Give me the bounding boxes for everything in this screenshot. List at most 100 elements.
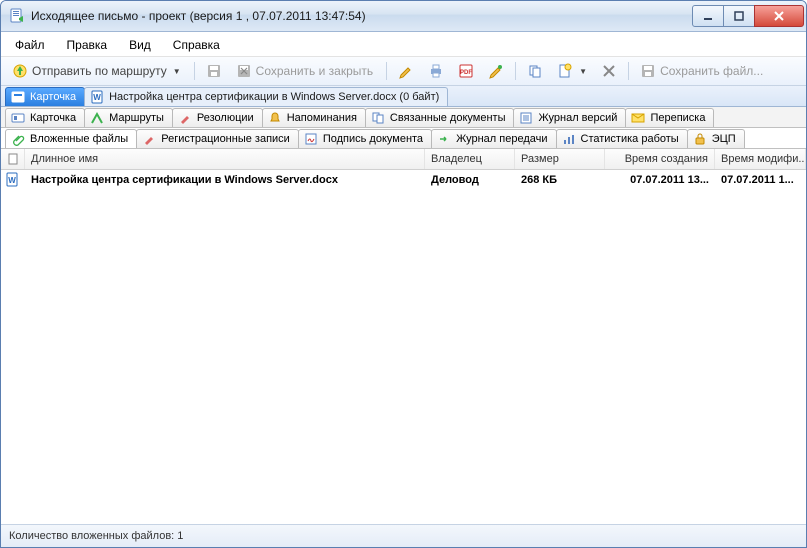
sign-icon	[488, 63, 504, 79]
save-icon	[206, 63, 222, 79]
tab-routes[interactable]: Маршруты	[84, 108, 173, 127]
tab-signature-label: Подпись документа	[323, 133, 423, 145]
toolbar: Отправить по маршруту ▼ Сохранить и закр…	[1, 57, 806, 86]
tab-attachments-label: Вложенные файлы	[30, 133, 128, 145]
status-attachment-count: Количество вложенных файлов: 1	[9, 530, 183, 542]
maximize-button[interactable]	[723, 5, 755, 27]
table-row[interactable]: W Настройка центра сертификации в Window…	[1, 170, 806, 190]
stats-icon	[561, 131, 577, 147]
tab-attachments[interactable]: Вложенные файлы	[5, 129, 137, 148]
save-file-button[interactable]: Сохранить файл...	[635, 59, 770, 83]
tab-stats-label: Статистика работы	[581, 133, 679, 145]
delete-icon	[601, 63, 617, 79]
menubar: Файл Правка Вид Справка	[1, 32, 806, 57]
app-icon	[9, 8, 25, 24]
signature-icon	[303, 131, 319, 147]
save-file-label: Сохранить файл...	[660, 64, 763, 78]
chevron-down-icon: ▼	[173, 67, 181, 76]
top-tabs: Карточка W Настройка центра сертификации…	[1, 86, 806, 107]
top-tab-card-label: Карточка	[30, 91, 76, 103]
new-button[interactable]: ▼	[552, 59, 592, 83]
card-icon	[10, 89, 26, 105]
pen-icon	[141, 131, 157, 147]
tab-correspondence[interactable]: Переписка	[625, 108, 714, 127]
copy-icon	[527, 63, 543, 79]
menu-edit[interactable]: Правка	[57, 36, 118, 54]
svg-text:PDF: PDF	[460, 70, 472, 76]
menu-view[interactable]: Вид	[119, 36, 161, 54]
file-ctime: 07.07.2011 13...	[630, 174, 709, 186]
col-owner[interactable]: Владелец	[425, 149, 515, 169]
window-title: Исходящее письмо - проект (версия 1 , 07…	[31, 9, 693, 23]
tab-signature[interactable]: Подпись документа	[298, 129, 432, 148]
printer-icon	[428, 63, 444, 79]
statusbar: Количество вложенных файлов: 1	[1, 524, 806, 547]
tab-reg-label: Регистрационные записи	[161, 133, 290, 145]
copy-button[interactable]	[522, 59, 548, 83]
file-size: 268 КБ	[521, 174, 557, 186]
tab-versions-label: Журнал версий	[538, 112, 617, 124]
col-mtime[interactable]: Время модифи...	[715, 149, 806, 169]
col-name[interactable]: Длинное имя	[25, 149, 425, 169]
tab-resolutions-label: Резолюции	[197, 112, 254, 124]
tab-reminders[interactable]: Напоминания	[262, 108, 366, 127]
minimize-button[interactable]	[692, 5, 724, 27]
tab-routes-label: Маршруты	[109, 112, 164, 124]
toolbar-separator	[386, 62, 387, 80]
save-and-close-button[interactable]: Сохранить и закрыть	[231, 59, 380, 83]
send-route-icon	[12, 63, 28, 79]
svg-text:W: W	[8, 176, 16, 185]
tab-transfer[interactable]: Журнал передачи	[431, 129, 556, 148]
toolbar-separator	[628, 62, 629, 80]
link-icon	[370, 110, 386, 126]
bell-icon	[267, 110, 283, 126]
send-route-button[interactable]: Отправить по маршруту ▼	[7, 59, 188, 83]
col-ctime[interactable]: Время создания	[605, 149, 715, 169]
tab-related[interactable]: Связанные документы	[365, 108, 515, 127]
menu-help[interactable]: Справка	[163, 36, 230, 54]
file-list-header: Длинное имя Владелец Размер Время создан…	[1, 149, 806, 170]
tabs-row-1: Карточка Маршруты Резолюции Напоминания …	[1, 107, 806, 128]
print-button[interactable]	[423, 59, 449, 83]
save-close-icon	[236, 63, 252, 79]
close-button[interactable]	[754, 5, 804, 27]
card-icon	[10, 110, 26, 126]
save-file-icon	[640, 63, 656, 79]
window-controls	[693, 5, 804, 27]
sign-button[interactable]	[483, 59, 509, 83]
delete-button[interactable]	[596, 59, 622, 83]
window-frame: Исходящее письмо - проект (версия 1 , 07…	[0, 0, 807, 548]
tab-stats[interactable]: Статистика работы	[556, 129, 688, 148]
resolutions-icon	[177, 110, 193, 126]
col-size[interactable]: Размер	[515, 149, 605, 169]
tab-reg-records[interactable]: Регистрационные записи	[136, 129, 299, 148]
save-button[interactable]	[201, 59, 227, 83]
tab-versions[interactable]: Журнал версий	[513, 108, 626, 127]
tab-resolutions[interactable]: Резолюции	[172, 108, 263, 127]
file-name: Настройка центра сертификации в Windows …	[25, 170, 425, 190]
tab-card-label: Карточка	[30, 112, 76, 124]
top-tab-document-label: Настройка центра сертификации в Windows …	[109, 91, 439, 103]
file-list: W Настройка центра сертификации в Window…	[1, 170, 806, 524]
menu-file[interactable]: Файл	[5, 36, 55, 54]
titlebar: Исходящее письмо - проект (версия 1 , 07…	[1, 1, 806, 32]
file-owner: Деловод	[431, 174, 479, 186]
svg-text:W: W	[93, 93, 101, 102]
pdf-button[interactable]: PDF	[453, 59, 479, 83]
pencil-icon	[398, 63, 414, 79]
col-icon[interactable]	[1, 149, 25, 169]
tab-card[interactable]: Карточка	[5, 108, 85, 127]
top-tab-document[interactable]: W Настройка центра сертификации в Window…	[84, 87, 448, 106]
tab-transfer-label: Журнал передачи	[456, 133, 547, 145]
transfer-icon	[436, 131, 452, 147]
versions-icon	[518, 110, 534, 126]
top-tab-card[interactable]: Карточка	[5, 87, 85, 106]
tab-ecp[interactable]: ЭЦП	[687, 129, 745, 148]
toolbar-separator	[194, 62, 195, 80]
send-route-label: Отправить по маршруту	[32, 64, 167, 78]
file-type-icon: W	[1, 170, 25, 190]
toolbar-separator	[515, 62, 516, 80]
tab-ecp-label: ЭЦП	[712, 133, 736, 145]
edit-button[interactable]	[393, 59, 419, 83]
lock-icon	[692, 131, 708, 147]
